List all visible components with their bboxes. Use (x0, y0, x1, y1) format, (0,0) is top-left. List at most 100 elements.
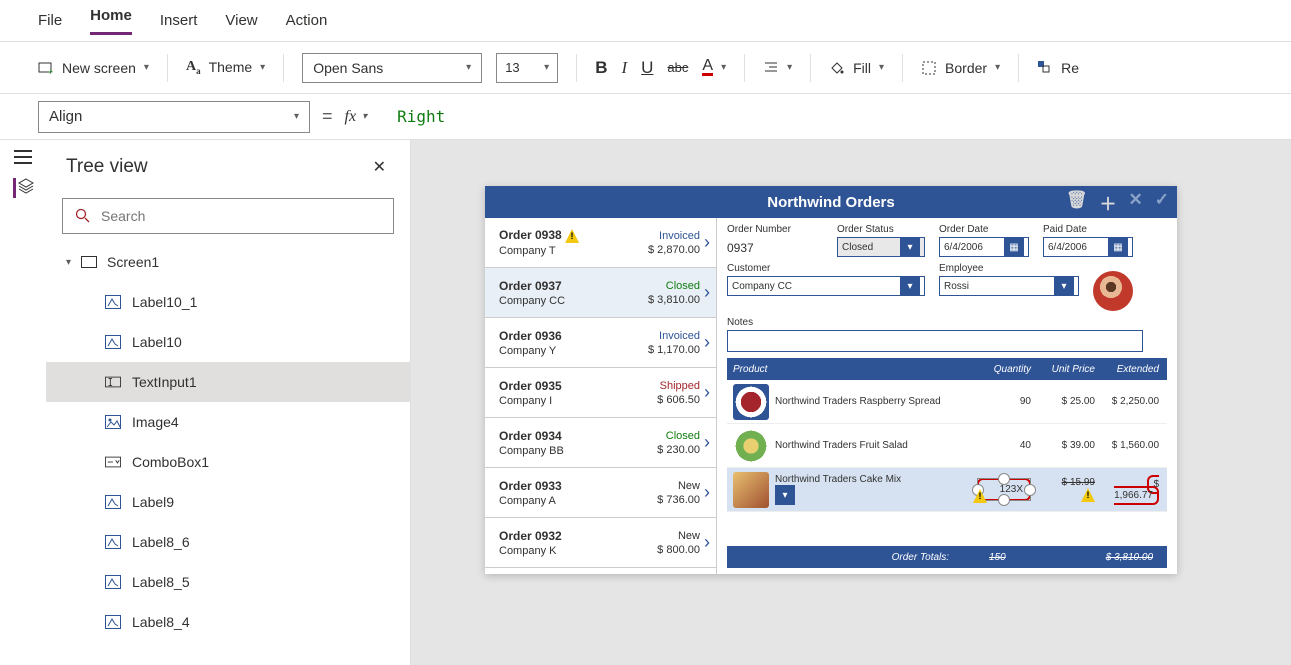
employee-select[interactable]: Rossi▾ (939, 276, 1079, 296)
bold-button[interactable]: B (595, 58, 607, 78)
border-button[interactable]: Border ▾ (921, 60, 1000, 76)
italic-button[interactable]: I (621, 58, 627, 78)
order-line[interactable]: Northwind Traders Raspberry Spread 90 $ … (727, 380, 1167, 424)
search-box[interactable] (62, 198, 394, 234)
border-label: Border (945, 60, 987, 76)
product-select[interactable]: Northwind Traders Cake Mix▾ (775, 474, 915, 505)
tree-node-combobox1[interactable]: ComboBox1 (46, 442, 410, 482)
new-screen-label: New screen (62, 60, 136, 76)
property-select[interactable]: Align ▾ (38, 101, 310, 133)
order-status-select[interactable]: Closed▾ (837, 237, 925, 257)
control-icon (104, 575, 122, 589)
fx-button[interactable]: fx ▾ (345, 108, 368, 126)
order-number-value: 0937 (727, 237, 823, 255)
theme-button[interactable]: Aa Theme ▾ (186, 59, 265, 76)
tree-node-textinput1[interactable]: TextInput1 (46, 362, 410, 402)
separator (576, 54, 577, 82)
tree-node-screen1[interactable]: ▾ Screen1 (46, 242, 410, 282)
font-select[interactable]: Open Sans ▾ (302, 53, 482, 83)
separator (1018, 54, 1019, 82)
node-label: Label10 (132, 334, 182, 350)
chevron-right-icon: › (704, 532, 710, 553)
order-row[interactable]: Order 0934 Company BB Closed $ 230.00 › (485, 418, 716, 468)
tree-node-label8_5[interactable]: Label8_5 (46, 562, 410, 602)
font-size-select[interactable]: 13 ▾ (496, 53, 558, 83)
add-icon[interactable]: ＋ (1100, 190, 1117, 215)
col-unit: Unit Price (1039, 364, 1103, 375)
menu-file[interactable]: File (38, 12, 62, 29)
order-row[interactable]: Order 0936 Company Y Invoiced $ 1,170.00… (485, 318, 716, 368)
line-ext: $ 1,560.00 (1103, 440, 1167, 451)
cancel-icon[interactable]: ✕ (1129, 190, 1143, 215)
calendar-icon: ▦ (1108, 237, 1128, 257)
order-lines: Northwind Traders Raspberry Spread 90 $ … (727, 380, 1167, 546)
node-label: Label8_4 (132, 614, 190, 630)
search-input[interactable] (101, 208, 381, 224)
theme-label: Theme (209, 59, 253, 75)
chevron-down-icon: ▾ (544, 62, 549, 73)
tree-view-icon[interactable] (13, 178, 33, 198)
fx-icon: fx (345, 108, 357, 126)
tree-node-image4[interactable]: Image4 (46, 402, 410, 442)
order-company: Company I (499, 395, 562, 407)
font-color-button[interactable]: A ▾ (702, 59, 726, 76)
border-icon (921, 60, 937, 76)
node-label: Label10_1 (132, 294, 197, 310)
reorder-button[interactable]: Re (1037, 60, 1079, 76)
order-id: Order 0933 (499, 479, 562, 493)
order-row[interactable]: Order 0932 Company K New $ 800.00 › (485, 518, 716, 568)
order-date-input[interactable]: 6/4/2006▦ (939, 237, 1029, 257)
tree-node-label10[interactable]: Label10 (46, 322, 410, 362)
new-screen-button[interactable]: + New screen ▾ (38, 60, 149, 76)
separator (810, 54, 811, 82)
confirm-icon[interactable]: ✓ (1155, 190, 1169, 215)
align-button[interactable]: ▾ (763, 60, 792, 76)
product-thumb (733, 428, 769, 464)
chevron-down-icon: ▾ (144, 62, 149, 73)
customer-select[interactable]: Company CC▾ (727, 276, 925, 296)
order-row[interactable]: Order 0933 Company A New $ 736.00 › (485, 468, 716, 518)
line-unit: $ 39.00 (1039, 440, 1103, 451)
order-row[interactable]: Order 0937 Company CC Closed $ 3,810.00 … (485, 268, 716, 318)
menu-home[interactable]: Home (90, 7, 132, 35)
menu-action[interactable]: Action (286, 12, 328, 29)
trash-icon[interactable]: 🗑 (1066, 190, 1088, 215)
tree-node-label10_1[interactable]: Label10_1 (46, 282, 410, 322)
order-company: Company Y (499, 345, 562, 357)
theme-icon: Aa (186, 59, 201, 76)
order-detail: Order Number 0937 Order Status Closed▾ O… (717, 218, 1177, 574)
collapse-icon[interactable]: ▾ (66, 257, 71, 268)
tree-node-label9[interactable]: Label9 (46, 482, 410, 522)
hamburger-icon[interactable] (14, 156, 32, 158)
order-line-selected[interactable]: Northwind Traders Cake Mix▾ 123X ! $ 15.… (727, 468, 1167, 512)
order-row[interactable]: Order 0935 Company I Shipped $ 606.50 › (485, 368, 716, 418)
order-row[interactable]: Order 0938 ! Company T Invoiced $ 2,870.… (485, 218, 716, 268)
tree-node-label8_4[interactable]: Label8_4 (46, 602, 410, 642)
order-total: $ 800.00 (657, 544, 700, 556)
qty-input-selected[interactable]: 123X (977, 478, 1031, 501)
control-icon (104, 615, 122, 629)
underline-button[interactable]: U (641, 58, 653, 78)
order-number-label: Order Number (727, 224, 823, 235)
close-icon[interactable]: ✕ (373, 157, 386, 177)
tree-node-label8_6[interactable]: Label8_6 (46, 522, 410, 562)
left-rail (0, 140, 46, 665)
line-name: Northwind Traders Fruit Salad (775, 440, 975, 451)
orders-list[interactable]: Order 0938 ! Company T Invoiced $ 2,870.… (485, 218, 717, 574)
strikethrough-button[interactable]: abc (667, 60, 688, 75)
menu-insert[interactable]: Insert (160, 12, 198, 29)
size-value: 13 (505, 60, 519, 75)
line-unit: $ 25.00 (1039, 396, 1103, 407)
order-total: $ 2,870.00 (648, 244, 700, 256)
order-status: Invoiced (659, 330, 700, 342)
employee-label: Employee (939, 263, 1079, 274)
menubar: File Home Insert View Action (0, 0, 1291, 42)
formula-input[interactable]: Right (397, 107, 445, 126)
notes-input[interactable] (727, 330, 1143, 352)
fill-button[interactable]: Fill ▾ (829, 60, 884, 76)
order-line[interactable]: Northwind Traders Fruit Salad 40 $ 39.00… (727, 424, 1167, 468)
chevron-right-icon: › (704, 382, 710, 403)
paid-date-input[interactable]: 6/4/2006▦ (1043, 237, 1133, 257)
menu-view[interactable]: View (225, 12, 257, 29)
order-status: New (678, 480, 700, 492)
